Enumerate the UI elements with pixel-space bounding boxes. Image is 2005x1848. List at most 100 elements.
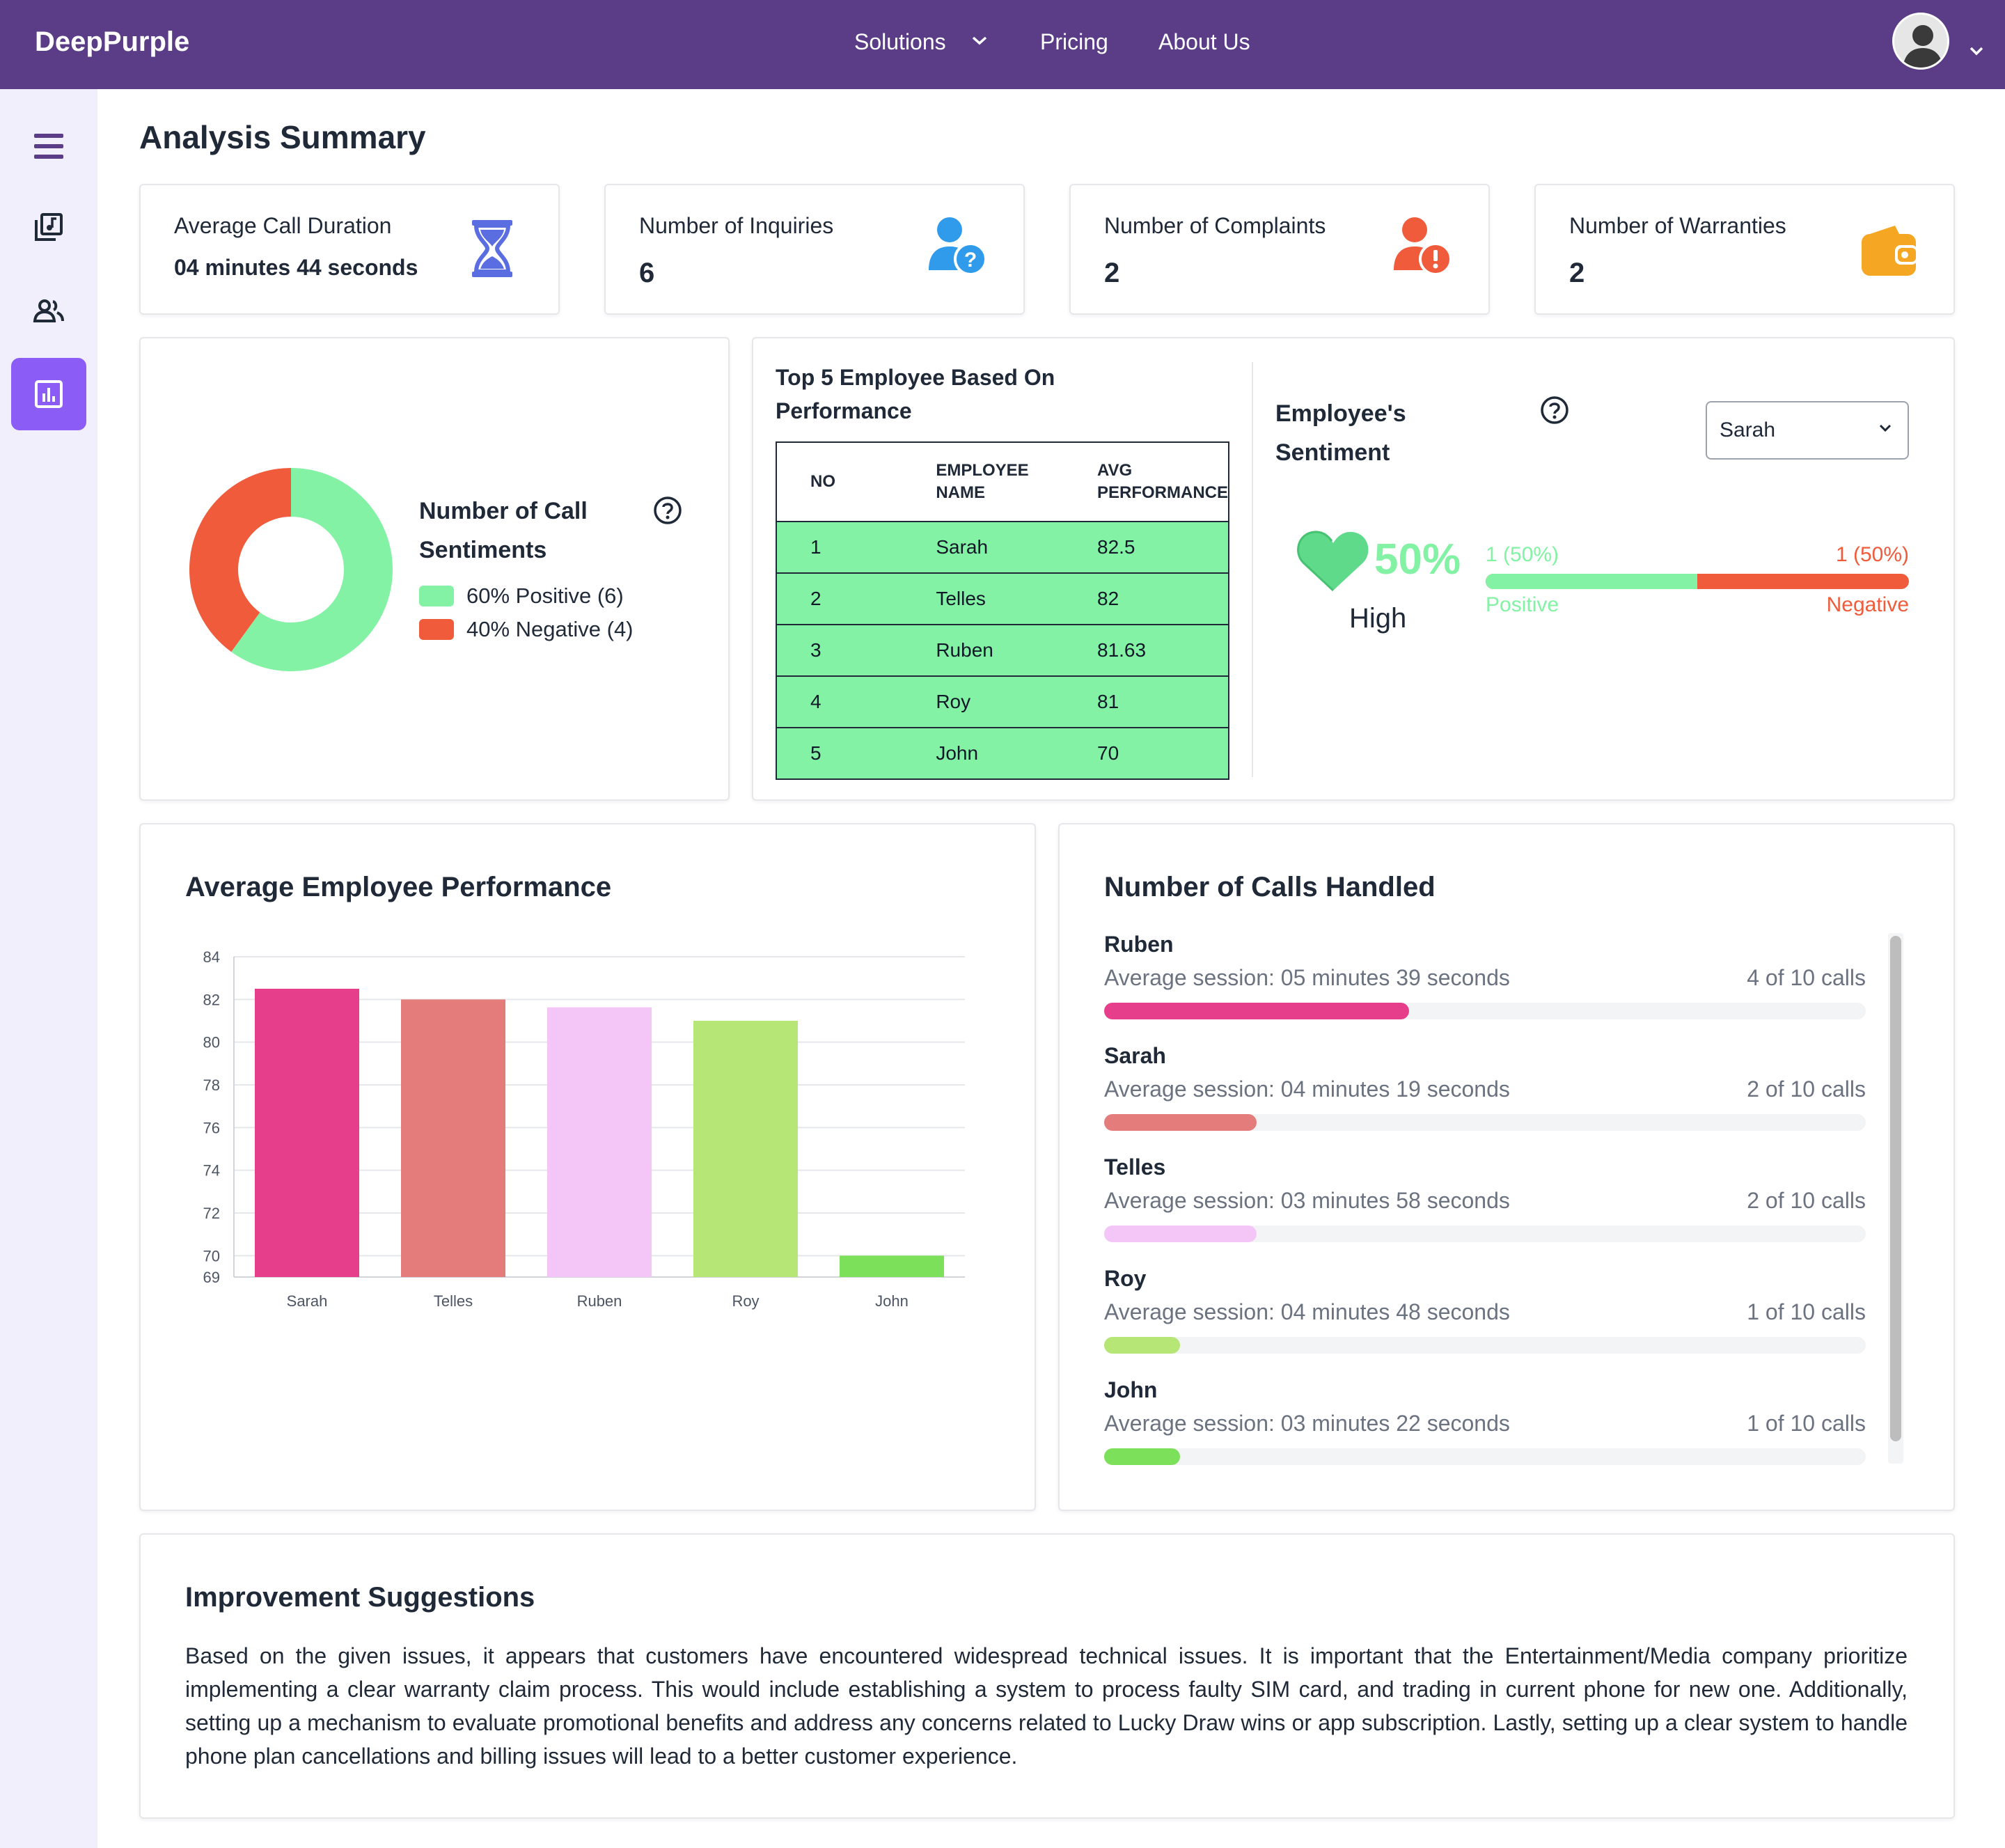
bar-sarah[interactable] — [255, 989, 359, 1277]
chevron-down-icon[interactable] — [971, 35, 988, 46]
nav-about[interactable]: About Us — [1158, 29, 1250, 55]
calls-scrollbar-thumb[interactable] — [1890, 936, 1901, 1441]
sentiment-ratio-bar — [1486, 574, 1909, 589]
user-avatar[interactable] — [1892, 13, 1949, 70]
stat-card-inquiries: Number of Inquiries 6 ? — [604, 184, 1025, 315]
calls-progress-fill — [1104, 1226, 1257, 1242]
table-row[interactable]: 3 Ruben 81.63 — [775, 624, 1229, 677]
bar-telles[interactable] — [401, 999, 505, 1277]
sidebar-item-analytics[interactable] — [11, 358, 86, 430]
avatar-person-icon — [1903, 25, 1943, 68]
cell-performance: 81 — [1064, 675, 1229, 728]
sidebar-item-library[interactable] — [11, 191, 86, 263]
sentiment-ratio-positive — [1486, 574, 1697, 589]
stat-label: Average Call Duration — [174, 213, 392, 238]
stat-value: 2 — [1104, 258, 1120, 288]
y-tick-label: 84 — [203, 948, 220, 966]
stat-label: Number of Complaints — [1104, 213, 1326, 238]
cell-no: 2 — [775, 572, 903, 625]
bar-roy[interactable] — [693, 1021, 798, 1277]
wallet-icon — [1862, 226, 1917, 276]
employee-select[interactable]: Sarah — [1706, 401, 1909, 460]
x-tick-label: Sarah — [287, 1292, 328, 1310]
y-tick-label: 69 — [203, 1269, 220, 1286]
menu-button[interactable] — [11, 110, 86, 182]
x-tick-label: Telles — [434, 1292, 473, 1310]
users-icon — [33, 299, 64, 322]
chevron-down-icon[interactable] — [1969, 46, 1984, 56]
user-alert-icon — [1394, 217, 1452, 276]
cell-name: Sarah — [902, 521, 1064, 574]
legend-label: 60% Positive (6) — [466, 584, 624, 608]
suggestions-title: Improvement Suggestions — [185, 1582, 535, 1613]
sentiments-title-line1: Number of Call — [419, 498, 588, 524]
employee-sentiment-title: Employee's Sentiment — [1275, 394, 1406, 472]
calls-list-item: John Average session: 03 minutes 22 seco… — [1104, 1377, 1866, 1465]
y-tick-label: 76 — [203, 1119, 220, 1136]
y-tick-label: 78 — [203, 1076, 220, 1094]
bar-john[interactable] — [840, 1255, 944, 1277]
calls-progress-track — [1104, 1226, 1866, 1242]
help-icon[interactable] — [1540, 396, 1569, 425]
x-tick-label: Roy — [732, 1292, 759, 1310]
top-navbar: DeepPurple Solutions Pricing About Us — [0, 0, 2005, 89]
svg-text:?: ? — [964, 249, 977, 272]
calls-handled-title: Number of Calls Handled — [1104, 872, 1436, 902]
legend-swatch-positive — [419, 586, 454, 606]
sentiment-percent: 50% — [1374, 535, 1461, 584]
music-library-icon — [35, 213, 63, 241]
top5-title-line2: Performance — [776, 398, 912, 423]
x-tick-label: John — [875, 1292, 909, 1310]
calls-progress-track — [1104, 1114, 1866, 1131]
call-sentiments-card: Number of Call Sentiments 60% Positive (… — [139, 337, 730, 801]
negative-count: 1 (50%) — [1835, 543, 1909, 566]
cell-performance: 70 — [1064, 727, 1229, 780]
suggestions-text: Based on the given issues, it appears th… — [185, 1643, 1908, 1769]
help-icon[interactable] — [653, 496, 682, 525]
cell-no: 4 — [775, 675, 903, 728]
table-row[interactable]: 5 John 70 — [775, 727, 1229, 780]
table-header-row: NO EMPLOYEE NAME AVG PERFORMANCE — [775, 441, 1229, 522]
cell-name: Telles — [902, 572, 1064, 625]
stat-card-call-duration: Average Call Duration 04 minutes 44 seco… — [139, 184, 560, 315]
sentiments-title: Number of Call Sentiments — [419, 494, 588, 567]
performance-chart-title: Average Employee Performance — [185, 872, 612, 902]
sentiments-title-line2: Sentiments — [419, 537, 547, 563]
calls-session: Average session: 04 minutes 19 seconds — [1104, 1076, 1510, 1102]
calls-session: Average session: 03 minutes 58 seconds — [1104, 1188, 1510, 1213]
calls-scrollbar[interactable] — [1888, 933, 1903, 1464]
cell-no: 5 — [775, 727, 903, 780]
cell-performance: 82 — [1064, 572, 1229, 625]
nav-pricing[interactable]: Pricing — [1040, 29, 1108, 55]
employee-sentiment-title-line1: Employee's — [1275, 400, 1406, 427]
calls-count: 2 of 10 calls — [1747, 1076, 1866, 1102]
stat-card-complaints: Number of Complaints 2 — [1069, 184, 1490, 315]
y-tick-label: 72 — [203, 1205, 220, 1222]
hourglass-icon — [472, 220, 512, 277]
heart-icon — [1297, 531, 1369, 592]
calls-employee-name: Telles — [1104, 1154, 1166, 1180]
cell-name: Roy — [902, 675, 1064, 728]
cell-no: 1 — [775, 521, 903, 574]
stat-value: 2 — [1569, 258, 1585, 288]
sidebar-item-users[interactable] — [11, 274, 86, 347]
table-row[interactable]: 2 Telles 82 — [775, 572, 1229, 625]
bar-ruben[interactable] — [547, 1007, 652, 1277]
column-header-name: EMPLOYEE NAME — [902, 441, 1064, 522]
calls-session: Average session: 04 minutes 48 seconds — [1104, 1299, 1510, 1324]
calls-progress-track — [1104, 1337, 1866, 1354]
nav-solutions[interactable]: Solutions — [854, 29, 946, 55]
analytics-icon — [35, 380, 63, 408]
calls-session: Average session: 05 minutes 39 seconds — [1104, 965, 1510, 990]
table-row[interactable]: 1 Sarah 82.5 — [775, 521, 1229, 574]
y-tick-label: 70 — [203, 1247, 220, 1264]
brand-logo[interactable]: DeepPurple — [35, 26, 189, 58]
menu-icon — [34, 134, 63, 159]
y-tick-label: 74 — [203, 1162, 220, 1180]
employee-sentiment-title-line2: Sentiment — [1275, 439, 1390, 466]
page-title: Analysis Summary — [139, 119, 426, 155]
table-row[interactable]: 4 Roy 81 — [775, 675, 1229, 728]
stat-card-warranties: Number of Warranties 2 — [1534, 184, 1955, 315]
calls-progress-fill — [1104, 1448, 1181, 1465]
top5-table: NO EMPLOYEE NAME AVG PERFORMANCE 1 Sarah… — [775, 441, 1229, 780]
